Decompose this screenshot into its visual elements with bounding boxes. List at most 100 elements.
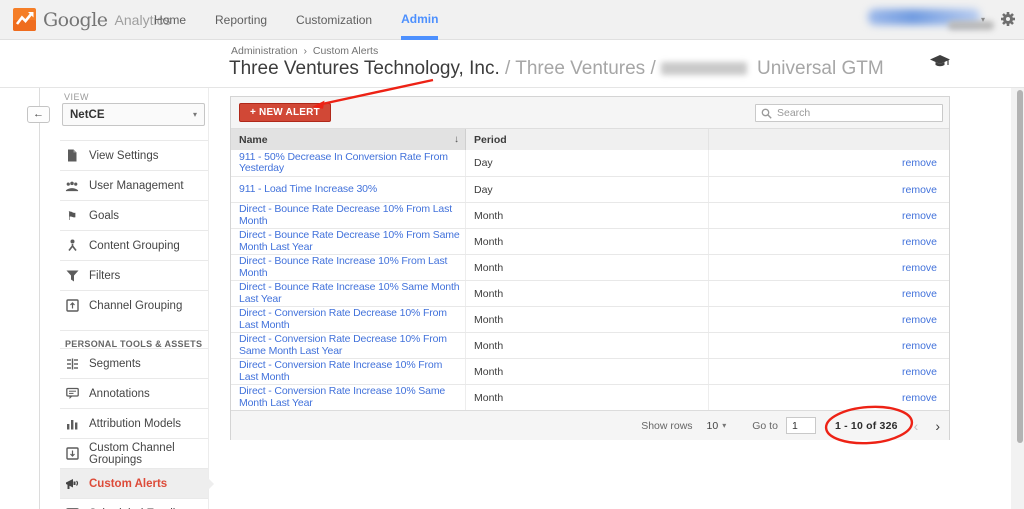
alert-name-link[interactable]: Direct - Bounce Rate Increase 10% From L… xyxy=(239,255,461,279)
page-header: Administration › Custom Alerts Three Ven… xyxy=(0,41,1024,88)
alert-name-link[interactable]: Direct - Conversion Rate Increase 10% Fr… xyxy=(239,359,461,383)
logo-google-text: Google xyxy=(43,8,108,31)
alerts-search-box[interactable] xyxy=(755,104,943,122)
alerts-table-body: 911 - 50% Decrease In Conversion Rate Fr… xyxy=(231,150,949,410)
table-row: Direct - Bounce Rate Decrease 10% From S… xyxy=(231,228,949,254)
sidebar-item-annotations[interactable]: Annotations xyxy=(60,378,208,408)
funnel-icon xyxy=(65,269,79,282)
alert-name-link[interactable]: Direct - Bounce Rate Decrease 10% From S… xyxy=(239,229,461,253)
users-icon xyxy=(65,179,79,192)
sidebar-item-scheduled-emails[interactable]: Scheduled Emails xyxy=(60,498,208,509)
custom-alerts-panel: + NEW ALERT Name ↓ Period 911 - 50% Decr… xyxy=(230,96,950,440)
remove-link[interactable]: remove xyxy=(902,314,937,326)
redacted-account-subtext xyxy=(948,21,994,30)
sort-descending-icon[interactable]: ↓ xyxy=(454,134,459,145)
alert-period-value: Month xyxy=(466,203,709,228)
column-header-name[interactable]: Name ↓ xyxy=(231,129,466,150)
remove-link[interactable]: remove xyxy=(902,366,937,378)
show-rows-label: Show rows xyxy=(641,419,693,432)
previous-page-chevron-icon[interactable]: ‹ xyxy=(914,418,919,434)
search-input[interactable] xyxy=(777,107,927,119)
breadcrumb-custom-alerts: Custom Alerts xyxy=(312,45,379,57)
scrollbar-thumb[interactable] xyxy=(1017,90,1023,443)
new-alert-button[interactable]: + NEW ALERT xyxy=(239,103,331,122)
speech-bubble-icon xyxy=(65,387,79,400)
alert-period-value: Month xyxy=(466,333,709,358)
flag-icon: ⚑ xyxy=(66,208,78,223)
alert-period-value: Month xyxy=(466,229,709,254)
sidebar-item-goals[interactable]: ⚑ Goals xyxy=(60,200,208,230)
collapse-sidebar-back-button[interactable]: ← xyxy=(27,106,50,123)
show-rows-value[interactable]: 10 xyxy=(707,420,719,432)
alert-name-link[interactable]: Direct - Conversion Rate Increase 10% Sa… xyxy=(239,385,461,409)
goto-page-input[interactable] xyxy=(785,417,816,434)
next-page-chevron-icon[interactable]: › xyxy=(935,418,940,434)
alert-period-value: Month xyxy=(466,359,709,384)
alert-name-link[interactable]: Direct - Bounce Rate Decrease 10% From L… xyxy=(239,203,461,227)
show-rows-caret-icon[interactable]: ▾ xyxy=(722,421,726,430)
remove-link[interactable]: remove xyxy=(902,340,937,352)
sidebar-item-channel-grouping[interactable]: Channel Grouping xyxy=(60,290,208,320)
table-row: Direct - Conversion Rate Decrease 10% Fr… xyxy=(231,306,949,332)
table-row: 911 - Load Time Increase 30% Day remove xyxy=(231,176,949,202)
nav-reporting[interactable]: Reporting xyxy=(215,0,267,40)
settings-gear-icon[interactable] xyxy=(1000,11,1016,32)
remove-link[interactable]: remove xyxy=(902,210,937,222)
nav-admin[interactable]: Admin xyxy=(401,0,439,40)
remove-link[interactable]: remove xyxy=(902,288,937,300)
table-row: Direct - Bounce Rate Increase 10% From L… xyxy=(231,254,949,280)
sidebar-item-filters[interactable]: Filters xyxy=(60,260,208,290)
analytics-logo-icon xyxy=(13,8,36,31)
alert-name-link[interactable]: Direct - Bounce Rate Increase 10% Same M… xyxy=(239,281,461,305)
property-name: Three Ventures xyxy=(515,58,646,79)
google-analytics-logo[interactable]: Google Analytics xyxy=(13,8,171,31)
custom-channel-grouping-icon xyxy=(65,447,79,460)
document-icon xyxy=(65,149,79,162)
alerts-toolbar: + NEW ALERT xyxy=(231,97,949,129)
alert-name-link[interactable]: Direct - Conversion Rate Decrease 10% Fr… xyxy=(239,307,461,331)
goto-page-label: Go to xyxy=(752,419,778,432)
sidebar-item-view-settings[interactable]: View Settings xyxy=(60,140,208,170)
column-header-actions xyxy=(709,129,949,150)
remove-link[interactable]: remove xyxy=(902,157,937,169)
sidebar-item-custom-alerts[interactable]: Custom Alerts xyxy=(60,468,214,498)
nav-home[interactable]: Home xyxy=(154,0,186,40)
breadcrumb-separator: › xyxy=(303,45,307,57)
column-header-period[interactable]: Period xyxy=(466,129,709,150)
table-row: Direct - Conversion Rate Increase 10% Fr… xyxy=(231,358,949,384)
pagination-bar: Show rows 10 ▾ Go to 1 - 10 of 326 ‹ › xyxy=(231,410,949,440)
account-name: Three Ventures Technology, Inc. xyxy=(229,58,500,79)
view-column-label: VIEW xyxy=(64,92,90,102)
alert-name-link[interactable]: 911 - 50% Decrease In Conversion Rate Fr… xyxy=(239,151,461,175)
alert-period-value: Day xyxy=(466,150,709,176)
alert-name-link[interactable]: Direct - Conversion Rate Decrease 10% Fr… xyxy=(239,333,461,357)
view-selector-value: NetCE xyxy=(70,108,105,121)
alert-name-link[interactable]: 911 - Load Time Increase 30% xyxy=(239,183,377,196)
search-icon xyxy=(761,108,772,119)
sidebar-item-segments[interactable]: Segments xyxy=(60,348,208,378)
alert-period-value: Month xyxy=(466,281,709,306)
sidebar-item-attribution-models[interactable]: Attribution Models xyxy=(60,408,208,438)
view-selector-dropdown[interactable]: NetCE ▾ xyxy=(62,103,205,126)
grouping-person-icon xyxy=(65,239,79,252)
table-row: 911 - 50% Decrease In Conversion Rate Fr… xyxy=(231,150,949,176)
primary-nav: Home Reporting Customization Admin xyxy=(154,0,439,40)
account-menu-caret-icon[interactable]: ▾ xyxy=(981,15,985,24)
personal-tools-section-header: PERSONAL TOOLS & ASSETS xyxy=(60,330,208,349)
nav-customization[interactable]: Customization xyxy=(296,0,372,40)
alert-period-value: Month xyxy=(466,307,709,332)
sidebar-item-content-grouping[interactable]: Content Grouping xyxy=(60,230,208,260)
channel-grouping-icon xyxy=(65,299,79,312)
view-name-suffix: Universal GTM xyxy=(757,58,884,79)
remove-link[interactable]: remove xyxy=(902,262,937,274)
education-graduation-cap-icon[interactable] xyxy=(930,55,950,75)
remove-link[interactable]: remove xyxy=(902,392,937,404)
page-title: Three Ventures Technology, Inc. / Three … xyxy=(229,58,884,79)
breadcrumb-administration[interactable]: Administration xyxy=(231,45,298,57)
top-bar: Google Analytics Home Reporting Customiz… xyxy=(0,0,1024,40)
sidebar-item-custom-channel-groupings[interactable]: Custom Channel Groupings xyxy=(60,438,208,468)
sidebar-menu: View Settings User Management ⚑ Goals Co… xyxy=(60,140,214,509)
remove-link[interactable]: remove xyxy=(902,184,937,196)
sidebar-item-user-management[interactable]: User Management xyxy=(60,170,208,200)
remove-link[interactable]: remove xyxy=(902,236,937,248)
